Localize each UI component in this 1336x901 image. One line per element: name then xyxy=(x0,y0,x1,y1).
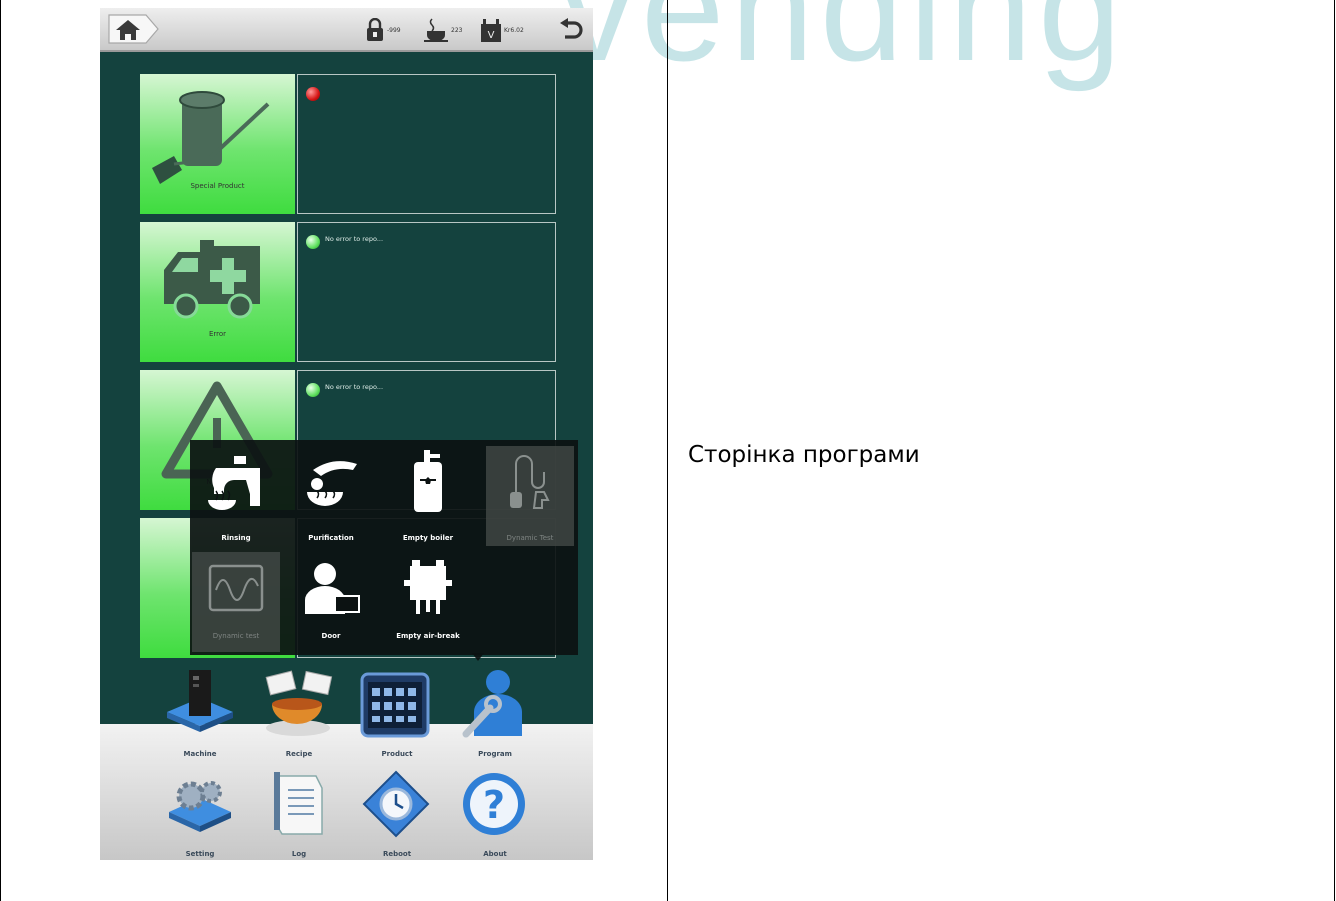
program-icon xyxy=(462,670,522,738)
table-border-middle xyxy=(667,0,668,901)
menu-label: Dynamic Test xyxy=(506,534,554,542)
lock-indicator: -999 xyxy=(365,17,401,43)
status-message: No error to repo... xyxy=(325,235,384,243)
tile-label: Special Product xyxy=(190,182,245,190)
lock-value: -999 xyxy=(387,26,401,34)
popup-pointer xyxy=(472,653,484,661)
recipe-button[interactable]: Recipe xyxy=(254,668,344,758)
empty-boiler-button[interactable]: Empty boiler xyxy=(384,446,472,546)
machine-button[interactable]: Machine xyxy=(155,668,245,758)
tile-label: Error xyxy=(208,330,227,338)
error-row: Error No error to repo... xyxy=(140,222,556,362)
dock-label: Recipe xyxy=(285,750,313,758)
watermark: vending xyxy=(560,0,1128,92)
menu-label: Dynamic test xyxy=(212,632,260,640)
empty-airbreak-button[interactable]: Empty air-break xyxy=(384,552,472,652)
about-button[interactable]: ? About xyxy=(450,768,540,858)
dynamic-test-icon xyxy=(510,455,550,509)
machine-screen: -999 223 V Kr6.02 Special Product Error … xyxy=(100,8,593,860)
door-button[interactable]: Door xyxy=(287,552,375,652)
dynamic-test-button-top[interactable]: Dynamic Test xyxy=(486,446,574,546)
cup-counter: 223 xyxy=(423,17,462,43)
home-icon[interactable] xyxy=(108,14,160,44)
status-indicator xyxy=(306,87,320,101)
reboot-button[interactable]: Reboot xyxy=(352,768,442,858)
product-icon xyxy=(360,672,430,738)
svg-text:?: ? xyxy=(483,783,505,827)
menu-label: Door xyxy=(321,632,341,640)
menu-label: Empty boiler xyxy=(402,534,454,542)
gear-icon xyxy=(169,781,231,832)
log-icon xyxy=(274,772,323,835)
special-product-row: Special Product xyxy=(140,74,556,214)
purification-icon xyxy=(307,461,357,506)
top-bar: -999 223 V Kr6.02 xyxy=(100,8,593,52)
machine-icon xyxy=(167,670,233,732)
boiler-icon xyxy=(414,450,442,512)
oscilloscope-icon xyxy=(208,564,264,612)
reboot-icon xyxy=(362,770,430,838)
table-border-left xyxy=(0,0,1,901)
rinsing-button[interactable]: Rinsing xyxy=(192,446,280,546)
menu-label: Rinsing xyxy=(221,534,251,542)
dock-label: About xyxy=(483,850,507,858)
cup-count: 223 xyxy=(451,26,463,34)
special-product-tile[interactable]: Special Product xyxy=(140,74,295,214)
product-button[interactable]: Product xyxy=(352,668,442,758)
coffee-cup-icon xyxy=(424,18,448,42)
setting-button[interactable]: Setting xyxy=(155,768,245,858)
program-button[interactable]: Program xyxy=(450,668,540,758)
special-product-panel xyxy=(297,74,556,214)
faucet-icon xyxy=(208,456,260,510)
cell-caption: Сторінка програми xyxy=(688,442,920,468)
firmware-icon: V xyxy=(481,19,501,42)
airbreak-icon xyxy=(404,560,452,614)
status-indicator xyxy=(306,235,320,249)
program-menu-popup: Rinsing Purification Empty boiler Dynami… xyxy=(190,440,578,655)
log-button[interactable]: Log xyxy=(254,768,344,858)
dock-label: Product xyxy=(381,750,413,758)
bin-broom-icon xyxy=(152,91,270,184)
dock-label: Reboot xyxy=(382,850,412,858)
menu-label: Purification xyxy=(308,534,354,542)
ambulance-icon xyxy=(164,240,260,319)
recipe-icon xyxy=(265,670,333,736)
back-icon[interactable] xyxy=(558,18,584,42)
dock-label: Program xyxy=(478,750,512,758)
dynamic-test-button[interactable]: Dynamic test xyxy=(192,552,280,652)
error-panel: No error to repo... xyxy=(297,222,556,362)
dock-label: Machine xyxy=(183,750,217,758)
status-indicator xyxy=(306,383,320,397)
lock-icon xyxy=(367,18,383,41)
dock-label: Log xyxy=(291,850,307,858)
error-tile[interactable]: Error xyxy=(140,222,295,362)
table-border-right xyxy=(1334,0,1335,901)
firmware-version: Kr6.02 xyxy=(504,26,524,34)
status-message: No error to repo... xyxy=(325,383,384,391)
purification-button[interactable]: Purification xyxy=(287,446,375,546)
version-indicator: V Kr6.02 xyxy=(480,17,524,43)
svg-text:V: V xyxy=(488,30,495,41)
dock-label: Setting xyxy=(185,850,215,858)
user-door-icon xyxy=(305,563,360,614)
help-icon: ? xyxy=(463,773,525,835)
menu-label: Empty air-break xyxy=(396,632,460,640)
